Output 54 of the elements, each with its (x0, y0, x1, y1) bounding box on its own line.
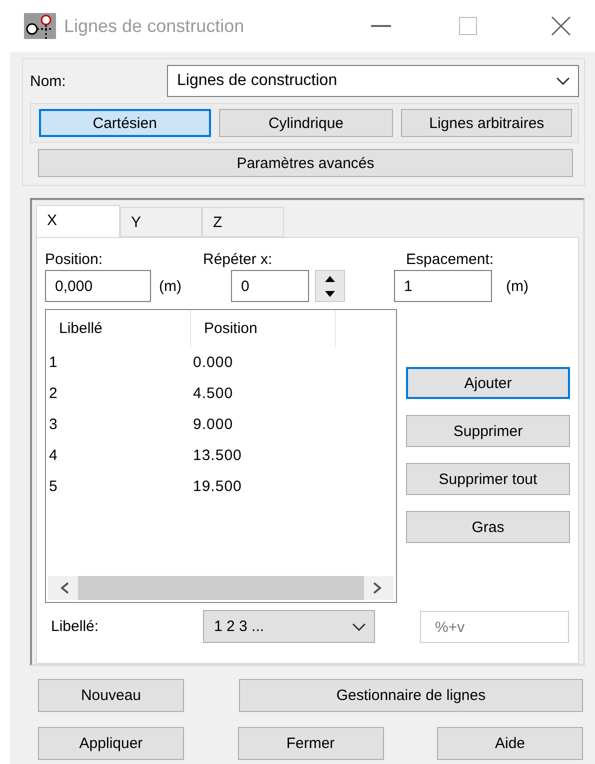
name-label: Nom: (30, 72, 66, 90)
list-row[interactable]: 3 9.000 (46, 409, 396, 440)
horizontal-scrollbar[interactable] (48, 576, 394, 600)
table-cell-text: 0.000 (192, 354, 234, 371)
chevron-icon (556, 77, 570, 85)
close-icon[interactable] (551, 16, 571, 36)
list-row[interactable]: 5 19.500 (46, 471, 396, 502)
dialog-button[interactable]: Appliquer (38, 727, 184, 760)
table-cell-text: 3 (48, 416, 59, 433)
table-cell-text: 2 (48, 385, 59, 402)
dialog-button[interactable]: Fermer (238, 727, 384, 760)
axis-tab[interactable]: Z (202, 207, 284, 237)
label-dropdown[interactable]: 1 2 3 ... (203, 610, 375, 643)
action-button[interactable]: Supprimer (406, 415, 570, 447)
spacing-label: Espacement: (406, 250, 495, 268)
mode-button[interactable]: Cartésien (39, 109, 211, 137)
action-button[interactable]: Gras (406, 511, 570, 543)
advanced-settings-button[interactable]: Paramètres avancés (38, 149, 573, 177)
window-title: Lignes de construction (64, 16, 246, 36)
column-header[interactable]: Position (191, 310, 336, 347)
list-row[interactable]: 2 4.500 (46, 378, 396, 409)
down-arrow-icon (325, 290, 335, 296)
table-cell-text: 4 (48, 447, 59, 464)
list-row[interactable]: 1 0.000 (46, 347, 396, 378)
repeat-field[interactable]: 0 (231, 270, 309, 302)
spacing-field[interactable]: 1 (394, 270, 492, 302)
table-cell-text: 5 (48, 478, 59, 495)
table-cell-text: 4.500 (192, 385, 234, 402)
table-cell-text: 9.000 (192, 416, 234, 433)
list-row[interactable]: 4 13.500 (46, 440, 396, 471)
table-cell-text: 1 (48, 354, 59, 371)
action-button[interactable]: Supprimer tout (406, 463, 570, 495)
dialog-button[interactable]: Gestionnaire de lignes (239, 679, 583, 712)
position-label: Position: (45, 250, 103, 268)
chevron-icon (352, 622, 366, 630)
unit-label: (m) (505, 278, 530, 294)
unit-label: (m) (158, 278, 182, 294)
up-arrow-icon (325, 276, 335, 282)
dialog-button[interactable]: Aide (437, 727, 583, 760)
repeat-label: Répéter x: (203, 250, 272, 268)
name-dropdown[interactable]: Lignes de construction (167, 65, 579, 97)
app-icon (24, 13, 56, 39)
action-button[interactable]: Ajouter (406, 367, 570, 399)
table-cell-text: 19.500 (192, 478, 243, 495)
dialog-button[interactable]: Nouveau (38, 679, 184, 712)
axis-tab[interactable]: X (36, 205, 120, 238)
spinner[interactable] (315, 270, 345, 302)
mode-button[interactable]: Lignes arbitraires (401, 109, 572, 137)
position-field[interactable]: 0,000 (45, 270, 151, 302)
column-header[interactable]: Libellé (46, 310, 191, 347)
table-cell-text: 13.500 (192, 447, 243, 464)
axis-tab[interactable]: Y (120, 207, 202, 237)
label-label: Libellé: (51, 618, 100, 635)
mode-button[interactable]: Cylindrique (218, 109, 394, 137)
